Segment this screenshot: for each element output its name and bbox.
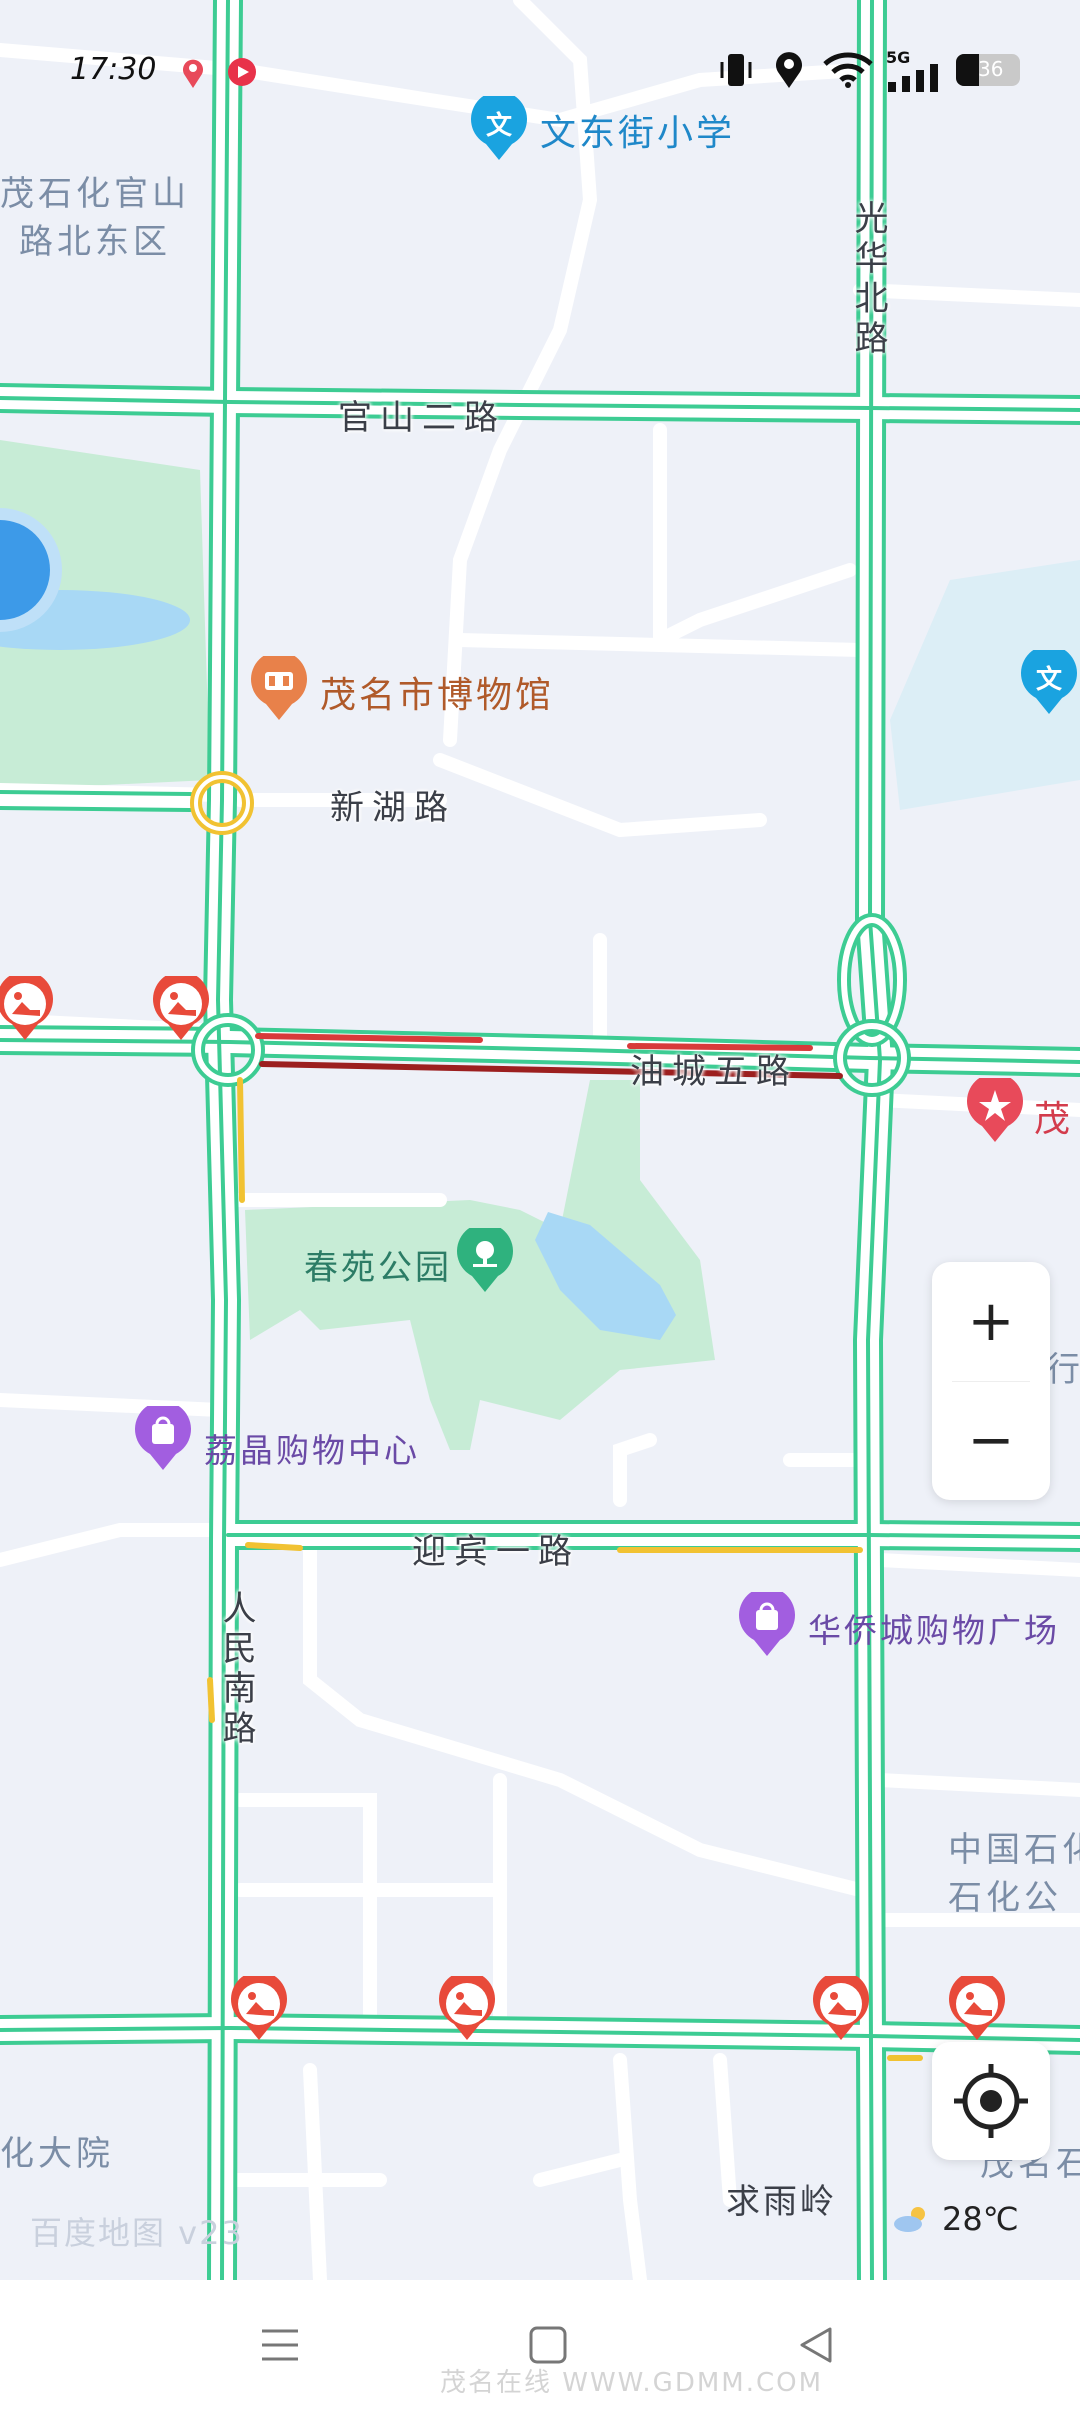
map-view[interactable]: 官山二路 新湖路 油城五路 迎宾一路 光华北路 人民南路 茂石化官山 路北东区 …: [0, 0, 1080, 2280]
vibrate-icon: [720, 54, 752, 86]
construction-icon[interactable]: [438, 1971, 496, 2046]
road-label-renmin-south: 人民南路: [216, 1590, 256, 1750]
site-watermark: 茂名在线 WWW.GDMM.COM: [440, 2368, 824, 2398]
shopping-pin-icon-left[interactable]: [134, 1401, 192, 1476]
construction-icon[interactable]: [152, 971, 210, 1046]
zoom-control: + −: [932, 1262, 1050, 1500]
school-pin-icon-right[interactable]: 文: [1020, 645, 1078, 720]
shopping-pin-icon-right[interactable]: [738, 1587, 796, 1662]
status-bar: 17:30 5G 36: [0, 0, 1080, 140]
location-icon: [776, 52, 802, 88]
area-label-top-left: 茂石化官山 路北东区: [0, 174, 190, 262]
poi-label-park[interactable]: 春苑公园: [304, 1240, 452, 1289]
construction-icon[interactable]: [230, 1971, 288, 2046]
home-square-icon: [529, 2326, 567, 2364]
partly-cloudy-icon: [894, 2207, 925, 2232]
road-label-guanghua-north: 光华北路: [848, 200, 888, 360]
video-notification-icon: [228, 58, 256, 86]
park-pin-icon[interactable]: [456, 1223, 514, 1298]
construction-icon[interactable]: [948, 1971, 1006, 2046]
road-label-yingbin-1: 迎宾一路: [412, 1532, 580, 1572]
zoom-out-button[interactable]: −: [932, 1381, 1050, 1500]
construction-icon[interactable]: [812, 1971, 870, 2046]
map-logo-watermark: 百度地图 v23: [30, 2214, 244, 2252]
svg-text:文: 文: [1036, 664, 1063, 695]
area-label-right-clip: 行农: [1046, 1350, 1080, 1390]
status-time: 17:30: [70, 52, 157, 87]
road-label-guanshan-2: 官山二路: [338, 398, 506, 438]
weather-widget[interactable]: 28℃: [892, 2200, 1019, 2238]
poi-label-mall-left[interactable]: 荔晶购物中心: [204, 1424, 420, 1472]
minor-roads: [0, 0, 1080, 2280]
poi-label-mall-right[interactable]: 华侨城购物广场: [808, 1604, 1060, 1652]
road-label-xinhu: 新湖路: [330, 788, 456, 828]
locate-button[interactable]: [932, 2042, 1050, 2160]
poi-label-museum[interactable]: 茂名市博物馆: [320, 666, 554, 718]
poi-label-hill: 求雨岭: [726, 2182, 837, 2222]
red-star-pin-icon[interactable]: [966, 1073, 1024, 1148]
system-nav-bar: 茂名在线 WWW.GDMM.COM: [0, 2280, 1080, 2412]
map-canvas[interactable]: [0, 0, 1080, 2280]
poi-label-red-right[interactable]: 茂: [1034, 1090, 1073, 1142]
construction-icon[interactable]: [0, 971, 54, 1046]
locate-crosshair-icon: [954, 2064, 1028, 2138]
area-label-bottom-left: 化大院: [0, 2134, 114, 2174]
signal-icon: [888, 64, 938, 92]
zoom-in-button[interactable]: +: [932, 1262, 1050, 1381]
weather-temperature: 28℃: [942, 2200, 1019, 2238]
road-label-youcheng-5: 油城五路: [630, 1052, 798, 1092]
menu-button[interactable]: [240, 2310, 320, 2380]
map-pin-notification-icon: [183, 59, 203, 88]
battery-level: 36: [978, 57, 1004, 81]
menu-icon: [262, 2329, 298, 2361]
museum-pin-icon[interactable]: [250, 651, 308, 726]
battery-icon: 36: [956, 54, 1020, 86]
major-roads: [0, 0, 1080, 2280]
area-label-right-mid: 中国石化 石化公: [948, 1830, 1080, 1918]
back-triangle-icon: [800, 2327, 832, 2363]
wifi-icon: [823, 52, 873, 88]
